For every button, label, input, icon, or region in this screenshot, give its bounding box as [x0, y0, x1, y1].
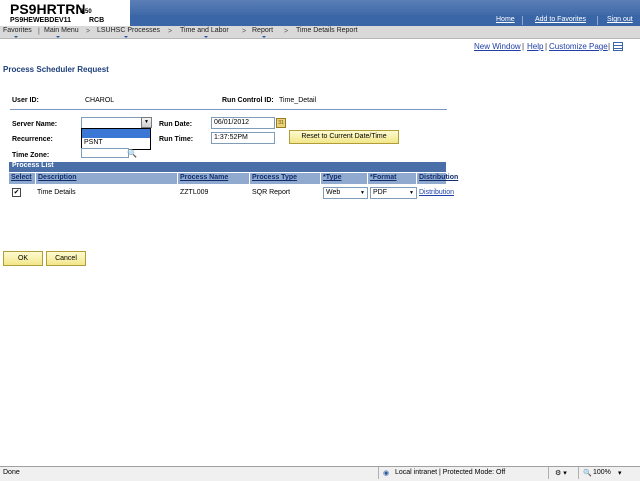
process-list-title-bar	[9, 162, 446, 172]
divider	[10, 109, 447, 110]
run-date-label: Run Date:	[159, 121, 193, 128]
search-icon[interactable]: 🔍	[127, 149, 137, 158]
chevron-down-icon	[14, 36, 18, 38]
zoom-level[interactable]: 100%	[593, 469, 611, 476]
run-date-input[interactable]: 06/01/2012	[211, 117, 275, 129]
cancel-button[interactable]: Cancel	[46, 251, 86, 266]
chevron-down-icon: ▼	[409, 190, 414, 196]
menu-lsuhsc-processes[interactable]: LSUHSC Processes	[97, 27, 160, 34]
ok-button[interactable]: OK	[3, 251, 43, 266]
status-text: Done	[3, 469, 20, 476]
help-link[interactable]: Help	[527, 42, 543, 51]
status-bar	[0, 466, 640, 481]
type-select[interactable]: Web ▼	[323, 187, 368, 199]
type-value: Web	[326, 189, 341, 196]
customize-page-link[interactable]: Customize Page	[549, 42, 608, 51]
row-process-name: ZZTL009	[180, 189, 209, 196]
zoom-icon: 🔍	[583, 470, 592, 477]
chevron-down-icon: ▼	[360, 190, 365, 196]
header-separator	[522, 16, 523, 25]
security-zone: Local intranet | Protected Mode: Off	[395, 469, 506, 476]
app-version: 8.50	[80, 9, 92, 15]
format-select[interactable]: PDF ▼	[370, 187, 417, 199]
col-process-name[interactable]: Process Name	[180, 174, 228, 181]
menu-main-menu[interactable]: Main Menu	[44, 27, 79, 34]
chevron-down-icon[interactable]: ▾	[618, 469, 622, 477]
chevron-down-icon	[204, 36, 208, 38]
server-name-label: Server Name:	[12, 121, 58, 128]
page-title: Process Scheduler Request	[3, 65, 109, 74]
menu-report[interactable]: Report	[252, 27, 273, 34]
row-process-type: SQR Report	[252, 189, 291, 196]
user-id-label: User ID:	[12, 97, 39, 104]
run-control-value: Time_Detail	[279, 97, 317, 104]
col-process-type[interactable]: Process Type	[252, 174, 297, 181]
app-title: PS9HRTRN	[10, 1, 86, 17]
col-description[interactable]: Description	[38, 174, 77, 181]
format-value: PDF	[373, 189, 387, 196]
menu-time-and-labor[interactable]: Time and Labor	[180, 27, 229, 34]
chevron-down-icon[interactable]: ▼	[141, 117, 152, 128]
menu-time-details-report: Time Details Report	[296, 27, 358, 34]
user-id-value: CHAROL	[85, 97, 115, 104]
distribution-link[interactable]: Distribution	[419, 189, 454, 196]
row-description: Time Details	[37, 189, 76, 196]
time-zone-label: Time Zone:	[12, 152, 50, 159]
header-separator	[597, 16, 598, 25]
run-time-label: Run Time:	[159, 136, 194, 143]
home-link[interactable]: Home	[496, 16, 515, 23]
recurrence-label: Recurrence:	[12, 136, 53, 143]
reset-date-time-button[interactable]: Reset to Current Date/Time	[289, 130, 399, 144]
run-control-label: Run Control ID:	[222, 97, 274, 104]
run-time-input[interactable]: 1:37:52PM	[211, 132, 275, 144]
add-to-favorites-link[interactable]: Add to Favorites	[535, 16, 586, 23]
chevron-down-icon	[124, 36, 128, 38]
col-type[interactable]: *Type	[323, 174, 342, 181]
grid-icon[interactable]	[613, 42, 623, 51]
menu-favorites[interactable]: Favorites	[3, 27, 32, 34]
sign-out-link[interactable]: Sign out	[607, 16, 633, 23]
globe-icon: ◉	[383, 470, 390, 477]
col-distribution[interactable]: Distribution	[419, 174, 458, 181]
server-option-psnt[interactable]: PSNT	[84, 139, 103, 146]
time-zone-input[interactable]	[81, 148, 129, 158]
col-select[interactable]: Select	[11, 174, 32, 181]
select-checkbox[interactable]: ✔	[12, 188, 21, 197]
chevron-down-icon	[56, 36, 60, 38]
calendar-icon[interactable]: 31	[276, 118, 286, 128]
col-format[interactable]: *Format	[370, 174, 396, 181]
process-list-title: Process List	[12, 162, 54, 169]
app-rcb: RCB	[89, 17, 105, 24]
protected-mode-icon[interactable]: ⚙ ▾	[555, 469, 567, 477]
server-option-blank[interactable]	[82, 129, 150, 138]
chevron-down-icon	[262, 36, 266, 38]
header-band	[130, 0, 640, 15]
app-subtitle: PS9HEWEBDEV11	[10, 17, 72, 24]
new-window-link[interactable]: New Window	[474, 42, 521, 51]
